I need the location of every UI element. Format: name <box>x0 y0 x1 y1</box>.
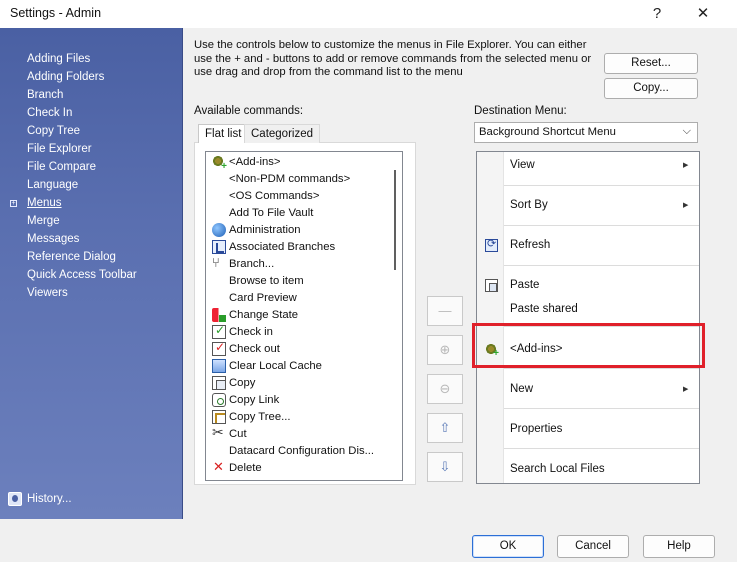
list-item[interactable]: Browse to item <box>206 272 391 289</box>
sidebar-item-viewers[interactable]: Viewers <box>27 287 68 299</box>
copy-button[interactable]: Copy... <box>604 78 698 99</box>
reset-button[interactable]: Reset... <box>604 53 698 74</box>
sidebar: Adding Files Adding Folders Branch Check… <box>0 28 183 519</box>
list-item[interactable]: Clear Local Cache <box>206 357 391 374</box>
sidebar-item-copy-tree[interactable]: Copy Tree <box>27 125 80 137</box>
menu-separator <box>504 448 699 449</box>
sidebar-item-file-compare[interactable]: File Compare <box>27 161 96 173</box>
add-separator-button[interactable]: — <box>427 296 463 326</box>
delete-icon <box>212 459 226 475</box>
list-item[interactable]: Associated Branches <box>206 238 391 255</box>
list-item[interactable]: Card Preview <box>206 289 391 306</box>
destination-menu-label: Destination Menu: <box>474 105 567 117</box>
cancel-button[interactable]: Cancel <box>557 535 629 558</box>
check-out-icon <box>212 340 226 356</box>
history-label: History... <box>27 493 72 505</box>
move-up-button[interactable]: ⇧ <box>427 413 463 443</box>
submenu-arrow-icon: ▶ <box>683 202 689 209</box>
list-item[interactable]: Copy Tree... <box>206 408 391 425</box>
sidebar-item-branch[interactable]: Branch <box>27 89 63 101</box>
sidebar-item-merge[interactable]: Merge <box>27 215 60 227</box>
list-item[interactable]: Administration <box>206 221 391 238</box>
history-icon <box>8 492 22 506</box>
chevron-down-icon: ⌵ <box>682 125 691 137</box>
paste-icon <box>485 279 498 292</box>
sidebar-item-adding-files[interactable]: Adding Files <box>27 53 90 65</box>
ok-button[interactable]: OK <box>472 535 544 558</box>
copy-link-icon <box>212 392 226 407</box>
menu-item-refresh[interactable]: Refresh <box>510 239 550 251</box>
associated-branches-icon <box>212 239 226 254</box>
menu-separator <box>504 368 699 369</box>
tab-flat-list[interactable]: Flat list <box>198 124 249 143</box>
menu-separator <box>504 225 699 226</box>
branch-icon <box>212 255 226 271</box>
menu-item-sort-by[interactable]: Sort By <box>510 199 548 211</box>
cut-icon <box>212 424 226 441</box>
addin-icon <box>212 154 227 172</box>
list-item[interactable]: Add To File Vault <box>206 204 391 221</box>
available-commands-label: Available commands: <box>194 105 304 117</box>
move-down-button[interactable]: ⇩ <box>427 452 463 482</box>
history-link[interactable]: History... <box>8 492 72 506</box>
administration-icon <box>212 222 226 237</box>
menu-separator <box>504 408 699 409</box>
menu-item-paste[interactable]: Paste <box>510 279 539 291</box>
list-item[interactable]: <OS Commands> <box>206 187 391 204</box>
help-icon[interactable]: ? <box>642 3 672 25</box>
sidebar-item-language[interactable]: Language <box>27 179 78 191</box>
menu-icon-gutter <box>477 152 504 483</box>
list-item[interactable]: Check in <box>206 323 391 340</box>
window-title: Settings - Admin <box>10 6 102 20</box>
destination-menu-list[interactable]: View ▶ Sort By ▶ Refresh Paste Paste sha… <box>476 151 700 484</box>
list-item[interactable]: Cut <box>206 424 391 442</box>
check-in-icon <box>212 323 226 339</box>
menu-item-view[interactable]: View <box>510 159 535 171</box>
sidebar-item-check-in[interactable]: Check In <box>27 107 72 119</box>
tab-categorized[interactable]: Categorized <box>244 124 321 143</box>
clear-cache-icon <box>212 358 226 373</box>
copy-icon <box>212 375 226 390</box>
scrollbar-thumb[interactable] <box>394 170 396 270</box>
close-icon[interactable]: ✕ <box>688 3 718 25</box>
destination-menu-select[interactable]: Background Shortcut Menu ⌵ <box>474 122 698 143</box>
list-scrollbar[interactable] <box>390 152 402 480</box>
highlight-box <box>472 323 705 368</box>
sidebar-item-adding-folders[interactable]: Adding Folders <box>27 71 104 83</box>
list-item[interactable]: Delete <box>206 459 391 476</box>
menu-separator <box>504 185 699 186</box>
menu-item-properties[interactable]: Properties <box>510 423 562 435</box>
menu-item-search-local-files[interactable]: Search Local Files <box>510 463 605 475</box>
copy-tree-icon <box>212 409 226 424</box>
available-commands-list[interactable]: <Add-ins> <Non-PDM commands> <OS Command… <box>205 151 403 481</box>
refresh-icon <box>485 237 498 252</box>
list-item[interactable]: Check out <box>206 340 391 357</box>
sidebar-item-messages[interactable]: Messages <box>27 233 79 245</box>
menu-item-new[interactable]: New <box>510 383 533 395</box>
change-state-icon <box>212 307 226 322</box>
add-command-button[interactable]: ⊕ <box>427 335 463 365</box>
list-item[interactable]: Copy Link <box>206 391 391 408</box>
menu-separator <box>504 265 699 266</box>
destination-menu-value: Background Shortcut Menu <box>479 126 616 138</box>
help-button[interactable]: Help <box>643 535 715 558</box>
menu-item-paste-shared[interactable]: Paste shared <box>510 303 578 315</box>
sidebar-item-file-explorer[interactable]: File Explorer <box>27 143 92 155</box>
title-bar: Settings - Admin ? ✕ <box>0 0 737 28</box>
sidebar-item-menus[interactable]: Menus <box>27 197 62 209</box>
sidebar-item-quick-access-toolbar[interactable]: Quick Access Toolbar <box>27 269 137 281</box>
expand-icon[interactable]: + <box>10 200 17 207</box>
description-text: Use the controls below to customize the … <box>194 39 592 78</box>
list-item[interactable]: Branch... <box>206 255 391 272</box>
submenu-arrow-icon: ▶ <box>683 386 689 393</box>
list-item[interactable]: Change State <box>206 306 391 323</box>
list-item[interactable]: Copy <box>206 374 391 391</box>
submenu-arrow-icon: ▶ <box>683 162 689 169</box>
list-item[interactable]: <Add-ins> <box>206 153 391 172</box>
remove-command-button[interactable]: ⊖ <box>427 374 463 404</box>
list-item[interactable]: Datacard Configuration Dis... <box>206 442 391 459</box>
list-item[interactable]: <Non-PDM commands> <box>206 170 391 187</box>
sidebar-item-reference-dialog[interactable]: Reference Dialog <box>27 251 116 263</box>
